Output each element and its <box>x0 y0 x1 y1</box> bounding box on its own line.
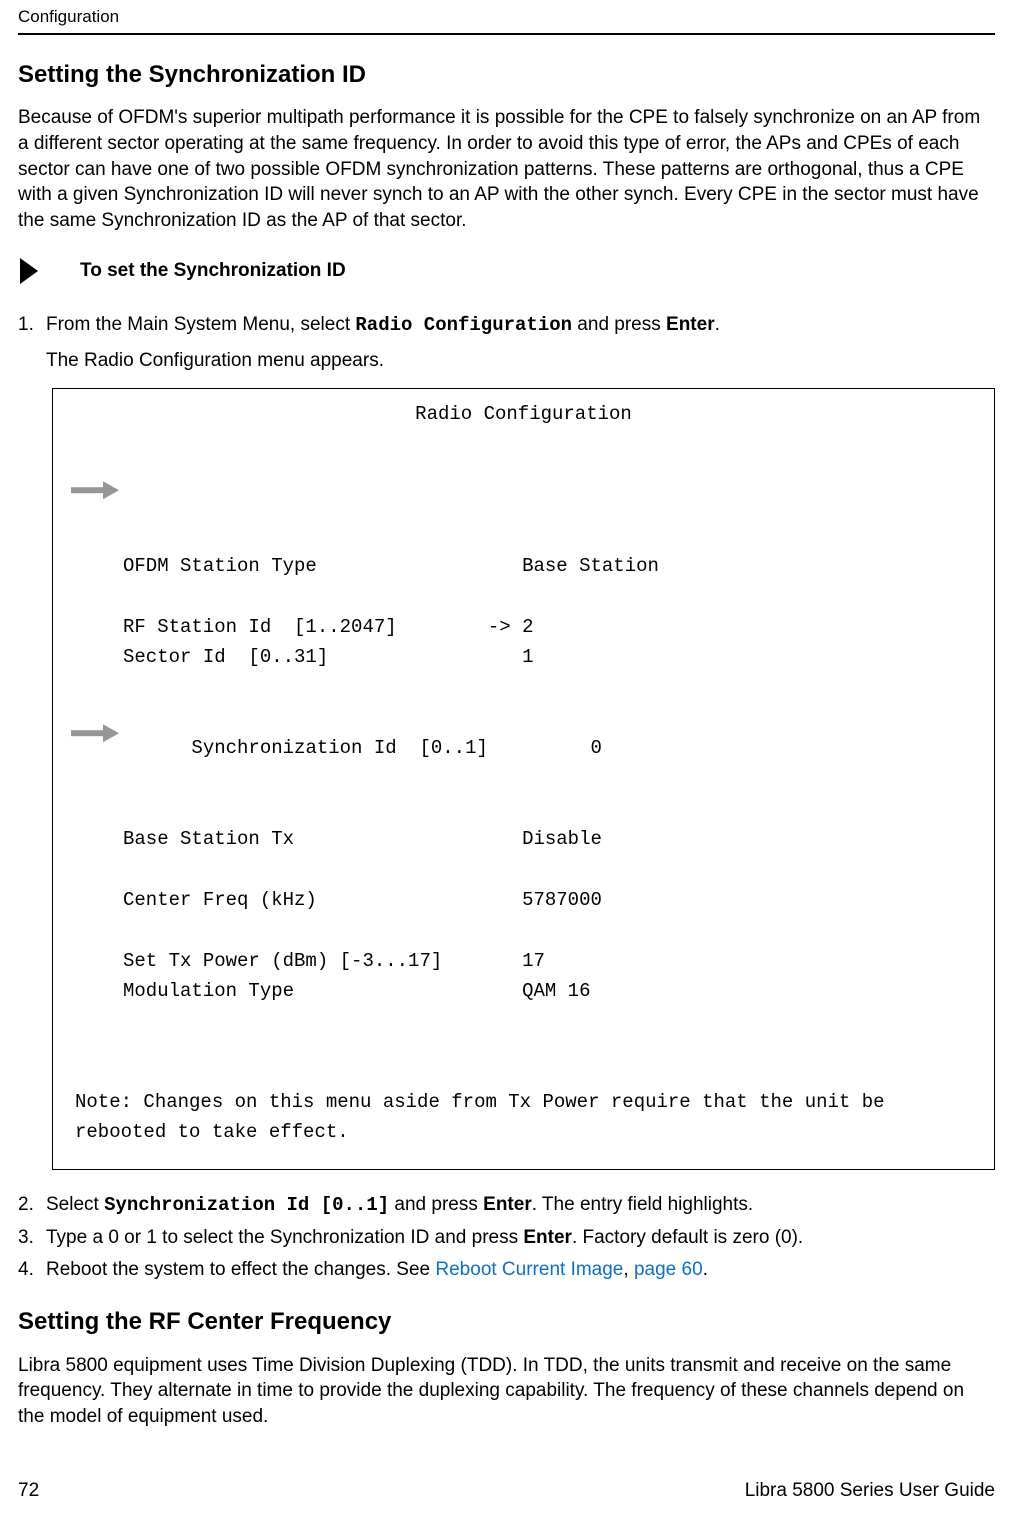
step-1-code: Radio Configuration <box>355 314 572 336</box>
terminal-mod-value: QAM 16 <box>522 980 590 1002</box>
step-2: 2. Select Synchronization Id [0..1] and … <box>18 1192 995 1219</box>
step-3: 3. Type a 0 or 1 to select the Synchroni… <box>18 1225 995 1251</box>
pointer-arrow-icon <box>71 420 162 560</box>
terminal-bstx-row: Base Station Tx Disable <box>75 824 972 854</box>
step-4-suffix: . <box>703 1259 708 1280</box>
terminal-note: Note: Changes on this menu aside from Tx… <box>75 1007 972 1148</box>
step-number: 4. <box>18 1257 34 1283</box>
step-2-code: Synchronization Id [0..1] <box>104 1194 389 1216</box>
section-title-sync-id: Setting the Synchronization ID <box>18 59 995 91</box>
terminal-rf-row: RF Station Id [1..2047] -> 2 <box>75 612 972 642</box>
step-1-mid: and press <box>572 314 666 335</box>
terminal-bstx-label: Base Station Tx <box>123 828 294 850</box>
terminal-sync-value: 0 <box>591 737 602 759</box>
page-link[interactable]: page 60 <box>634 1259 703 1280</box>
step-2-prefix: Select <box>46 1194 104 1215</box>
rf-center-body: Libra 5800 equipment uses Time Division … <box>18 1353 995 1430</box>
step-3-bold: Enter <box>523 1227 572 1248</box>
terminal-cf-row: Center Freq (kHz) 5787000 <box>75 885 972 915</box>
terminal-ofdm-value: Base Station <box>522 555 659 577</box>
terminal-rf-value: 2 <box>522 616 533 638</box>
terminal-ofdm-row: OFDM Station Type Base Station <box>75 551 972 581</box>
terminal-sync-label: Synchronization Id [0..1] <box>191 737 487 759</box>
reboot-link[interactable]: Reboot Current Image <box>435 1259 623 1280</box>
step-4-sep: , <box>623 1259 634 1280</box>
procedure-header: To set the Synchronization ID <box>18 256 995 286</box>
step-number: 2. <box>18 1192 34 1218</box>
step-1-bold: Enter <box>666 314 715 335</box>
terminal-cf-value: 5787000 <box>522 889 602 911</box>
step-4-prefix: Reboot the system to effect the changes.… <box>46 1259 435 1280</box>
terminal-cf-label: Center Freq (kHz) <box>123 889 317 911</box>
header-rule <box>18 33 995 35</box>
step-2-suffix: . The entry field highlights. <box>532 1194 753 1215</box>
step-3-suffix: . Factory default is zero (0). <box>572 1227 803 1248</box>
pointer-arrow-icon <box>71 663 162 803</box>
doc-title: Libra 5800 Series User Guide <box>745 1478 995 1504</box>
step-1-suffix: . <box>715 314 720 335</box>
terminal-stp-row: Set Tx Power (dBm) [-3...17] 17 <box>75 946 972 976</box>
terminal-mod-row: Modulation Type QAM 16 <box>75 976 972 1006</box>
step-3-prefix: Type a 0 or 1 to select the Synchronizat… <box>46 1227 523 1248</box>
terminal-sector-row: Sector Id [0..31] 1 <box>75 642 972 672</box>
header-left: Configuration <box>18 6 119 29</box>
terminal-sector-value: 1 <box>522 646 533 668</box>
terminal-title: Radio Configuration <box>75 399 972 429</box>
terminal-mod-label: Modulation Type <box>123 980 294 1002</box>
terminal-stp-label: Set Tx Power (dBm) [-3...17] <box>123 950 442 972</box>
terminal-bstx-value: Disable <box>522 828 602 850</box>
terminal-ofdm-label: OFDM Station Type <box>123 555 317 577</box>
page-number: 72 <box>18 1478 39 1504</box>
terminal-rf-arrow: -> <box>488 616 511 638</box>
terminal-stp-value: 17 <box>522 950 545 972</box>
step-number: 1. <box>18 312 34 338</box>
step-2-mid: and press <box>389 1194 483 1215</box>
terminal-box: Radio Configuration OFDM Station Type Ba… <box>52 388 995 1171</box>
terminal-rf-label: RF Station Id [1..2047] <box>123 616 397 638</box>
step-2-bold: Enter <box>483 1194 532 1215</box>
procedure-arrow-icon <box>18 256 40 286</box>
procedure-label: To set the Synchronization ID <box>80 258 346 284</box>
step-1: 1. From the Main System Menu, select Rad… <box>18 312 995 339</box>
terminal-sync-row: Synchronization Id [0..1] 0 <box>75 672 972 794</box>
step-number: 3. <box>18 1225 34 1251</box>
intro-paragraph: Because of OFDM's superior multipath per… <box>18 105 995 233</box>
step-1-line2: The Radio Configuration menu appears. <box>46 348 995 374</box>
section-title-rf-center: Setting the RF Center Frequency <box>18 1306 995 1338</box>
step-1-text-prefix: From the Main System Menu, select <box>46 314 355 335</box>
step-4: 4. Reboot the system to effect the chang… <box>18 1257 995 1283</box>
